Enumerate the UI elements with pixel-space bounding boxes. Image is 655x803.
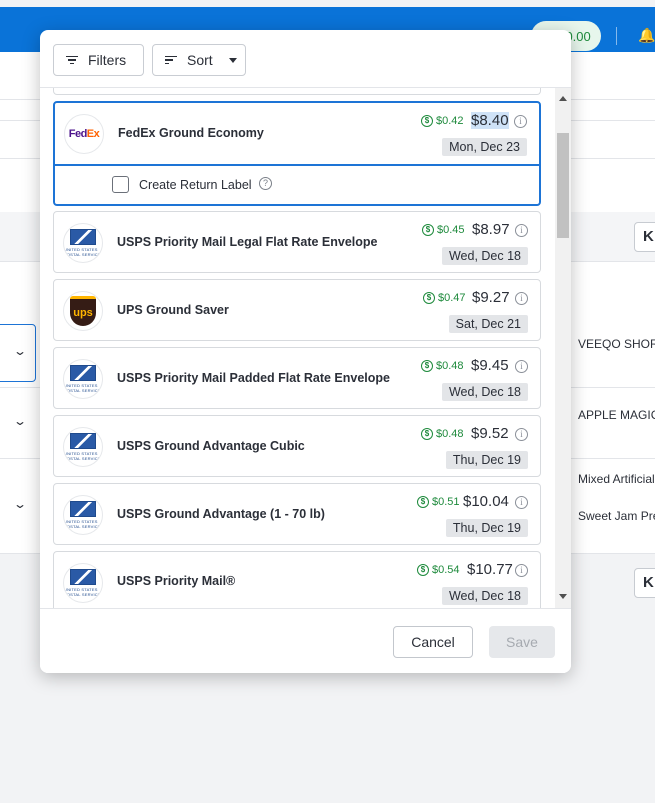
shipping-rates-modal: Filters Sort FedEx FedEx Ground Economy … [40, 30, 571, 673]
service-name: USPS Priority Mail Padded Flat Rate Enve… [117, 371, 390, 385]
rates-list[interactable]: FedEx FedEx Ground Economy $ $0.42 $8.40 … [40, 88, 571, 608]
rate-price: $8.97 [472, 221, 510, 238]
dollar-coin-icon: $ [421, 115, 433, 127]
info-icon[interactable]: i [515, 564, 528, 577]
bell-icon[interactable]: 🔔 [638, 27, 655, 44]
dollar-coin-icon: $ [417, 496, 429, 508]
delivery-date: Mon, Dec 23 [442, 138, 527, 156]
rate-price: $9.52 [471, 425, 509, 442]
sort-label: Sort [187, 52, 213, 68]
rate-card[interactable]: ups UPS Ground Saver $ $0.47 $9.27 i Sat,… [53, 279, 541, 341]
info-icon[interactable]: i [515, 224, 528, 237]
savings: $ $0.47 [423, 292, 466, 304]
rate-card[interactable]: UNITED STATES POSTAL SERVICE USPS Priori… [53, 347, 541, 409]
cancel-button[interactable]: Cancel [393, 626, 473, 658]
product-name: Sweet Jam Present [DEMO] [578, 509, 655, 523]
rate-card-partial[interactable] [53, 88, 541, 95]
delivery-date: Thu, Dec 19 [445, 451, 528, 469]
return-label-row: Create Return Label ? [55, 166, 539, 204]
delivery-date: Wed, Dec 18 [441, 587, 528, 605]
service-name: UPS Ground Saver [117, 303, 229, 317]
savings: $ $0.51 [417, 496, 460, 508]
rate-price: $10.04 [463, 493, 509, 510]
rate-card-main[interactable]: FedEx FedEx Ground Economy $ $0.42 $8.40 … [55, 103, 539, 166]
scroll-thumb[interactable] [557, 133, 569, 238]
delivery-date: Wed, Dec 18 [441, 247, 528, 265]
filter-icon [66, 55, 78, 65]
filters-button[interactable]: Filters [53, 44, 144, 76]
product-name: APPLE MAGIC MOUSE [DEMO] [578, 408, 655, 422]
save-button[interactable]: Save [489, 626, 555, 658]
usps-logo: UNITED STATES POSTAL SERVICE [63, 563, 103, 603]
rate-price: $8.40 [471, 112, 509, 129]
rate-card[interactable]: UNITED STATES POSTAL SERVICE USPS Priori… [53, 551, 541, 608]
chevron-down-icon[interactable]: ⌄ [13, 344, 27, 358]
rate-card[interactable]: UNITED STATES POSTAL SERVICE USPS Ground… [53, 415, 541, 477]
usps-logo: UNITED STATES POSTAL SERVICE [63, 427, 103, 467]
caret-down-icon [228, 57, 237, 63]
chevron-down-icon[interactable]: ⌄ [13, 414, 27, 428]
service-name: USPS Priority Mail Legal Flat Rate Envel… [117, 235, 378, 249]
usps-logo: UNITED STATES POSTAL SERVICE [63, 359, 103, 399]
scroll-up-arrow-icon[interactable] [559, 96, 567, 101]
rate-card-selected[interactable]: FedEx FedEx Ground Economy $ $0.42 $8.40 … [53, 101, 541, 206]
rate-price: $10.77 [467, 561, 513, 578]
shortcut-button[interactable]: K [634, 222, 655, 252]
service-name: USPS Ground Advantage Cubic [117, 439, 305, 453]
modal-toolbar: Filters Sort [40, 30, 571, 88]
sort-button[interactable]: Sort [152, 44, 246, 76]
service-name: FedEx Ground Economy [118, 126, 264, 140]
rate-price: $9.45 [471, 357, 509, 374]
help-icon[interactable]: ? [259, 177, 272, 190]
ups-logo: ups [63, 291, 103, 331]
sort-icon [165, 55, 177, 65]
dollar-coin-icon: $ [417, 564, 429, 576]
savings: $ $0.48 [421, 428, 464, 440]
rate-price: $9.27 [472, 289, 510, 306]
dollar-coin-icon: $ [421, 360, 433, 372]
return-label-text: Create Return Label [139, 178, 252, 192]
modal-footer: Cancel Save [40, 608, 571, 673]
savings: $ $0.54 [417, 564, 460, 576]
service-name: USPS Ground Advantage (1 - 70 lb) [117, 507, 325, 521]
savings: $ $0.45 [422, 224, 465, 236]
dollar-coin-icon: $ [421, 428, 433, 440]
usps-logo: UNITED STATES POSTAL SERVICE [63, 495, 103, 535]
scrollbar[interactable] [555, 88, 571, 608]
savings: $ $0.48 [421, 360, 464, 372]
delivery-date: Thu, Dec 19 [445, 519, 528, 537]
product-name: Mixed Artificial Flowers [DEMO] [578, 472, 655, 486]
delivery-date: Wed, Dec 18 [441, 383, 528, 401]
info-icon[interactable]: i [515, 292, 528, 305]
return-label-checkbox[interactable] [112, 176, 129, 193]
service-name: USPS Priority Mail® [117, 574, 236, 588]
nav-divider [616, 27, 617, 45]
rate-card[interactable]: UNITED STATES POSTAL SERVICE USPS Priori… [53, 211, 541, 273]
chevron-down-icon[interactable]: ⌄ [13, 497, 27, 511]
info-icon[interactable]: i [514, 115, 527, 128]
scroll-down-arrow-icon[interactable] [559, 594, 567, 599]
dollar-coin-icon: $ [423, 292, 435, 304]
filters-label: Filters [88, 52, 127, 68]
product-name: VEEQO SHORT SLEEVE T-SHIRT [578, 337, 655, 351]
info-icon[interactable]: i [515, 360, 528, 373]
shortcut-button[interactable]: K [634, 568, 655, 598]
rate-card[interactable]: UNITED STATES POSTAL SERVICE USPS Ground… [53, 483, 541, 545]
savings: $ $0.42 [421, 115, 464, 127]
dollar-coin-icon: $ [422, 224, 434, 236]
delivery-date: Sat, Dec 21 [448, 315, 528, 333]
info-icon[interactable]: i [515, 428, 528, 441]
fedex-logo: FedEx [64, 114, 104, 154]
usps-logo: UNITED STATES POSTAL SERVICE [63, 223, 103, 263]
info-icon[interactable]: i [515, 496, 528, 509]
